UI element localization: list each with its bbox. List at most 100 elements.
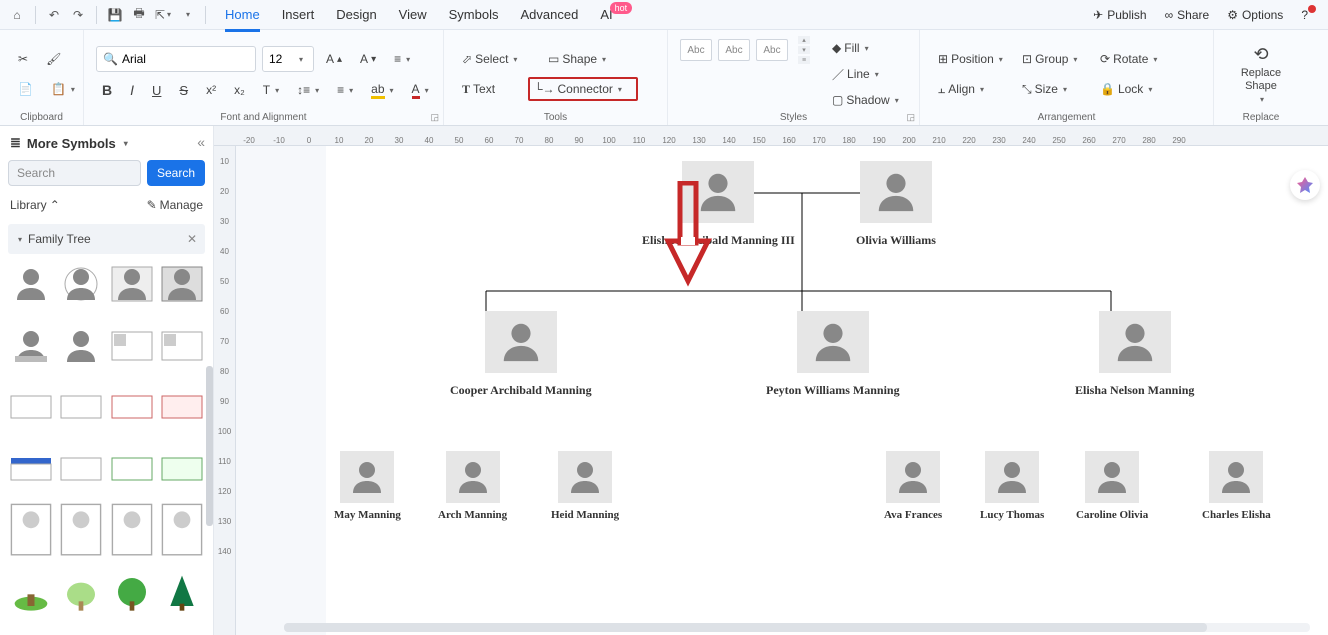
symbol-item[interactable] xyxy=(60,389,102,425)
symbol-item[interactable] xyxy=(161,389,203,425)
page[interactable]: Elisha Archibald Manning III Olivia Will… xyxy=(326,146,1328,635)
export-icon[interactable]: ⇱▾ xyxy=(154,6,172,24)
decrease-font-button[interactable]: A▾ xyxy=(354,47,382,71)
category-header[interactable]: ▾ Family Tree ✕ xyxy=(8,224,205,254)
manage-link[interactable]: ✎Manage xyxy=(147,198,203,212)
tree-node[interactable]: Cooper Archibald Manning xyxy=(450,311,592,398)
symbol-item[interactable] xyxy=(111,389,153,425)
style-preset[interactable]: Abc xyxy=(718,39,750,61)
tree-node[interactable]: Caroline Olivia xyxy=(1076,451,1148,521)
style-preset[interactable]: Abc xyxy=(756,39,788,61)
symbol-item[interactable] xyxy=(161,451,203,487)
font-size-select[interactable]: ▾ xyxy=(262,46,314,72)
tree-node[interactable]: Peyton Williams Manning xyxy=(766,311,900,398)
dialog-launcher-icon[interactable]: ◲ xyxy=(430,112,439,123)
tree-node[interactable]: Arch Manning xyxy=(438,451,507,521)
font-color-button[interactable]: A▾ xyxy=(406,78,435,102)
paste-button[interactable]: 📋▾ xyxy=(45,77,81,101)
assistant-badge[interactable] xyxy=(1290,170,1320,200)
help-button[interactable]: ? xyxy=(1301,8,1320,22)
symbol-item[interactable] xyxy=(111,512,153,548)
align-arr-button[interactable]: ⫠Align▾ xyxy=(932,77,1010,101)
options-button[interactable]: ⚙Options xyxy=(1227,8,1283,22)
lock-button[interactable]: 🔒Lock▾ xyxy=(1094,77,1166,101)
tab-symbols[interactable]: Symbols xyxy=(449,2,499,27)
close-category-icon[interactable]: ✕ xyxy=(187,232,197,246)
copy-button[interactable]: 📄 xyxy=(12,77,39,101)
library-link[interactable]: Library ⌃ xyxy=(10,198,60,212)
canvas-viewport[interactable]: Elisha Archibald Manning III Olivia Will… xyxy=(236,146,1328,635)
tree-node[interactable]: Heid Manning xyxy=(551,451,619,521)
symbol-item[interactable] xyxy=(10,328,52,364)
increase-font-button[interactable]: A▴ xyxy=(320,47,348,71)
case-button[interactable]: T▾ xyxy=(257,78,285,102)
symbol-item[interactable] xyxy=(10,266,52,302)
symbol-item[interactable] xyxy=(60,451,102,487)
symbol-item[interactable] xyxy=(10,389,52,425)
tree-node[interactable]: Ava Frances xyxy=(884,451,942,521)
line-spacing-button[interactable]: ↕≡▾ xyxy=(291,78,325,102)
tab-home[interactable]: Home xyxy=(225,2,260,27)
subscript-button[interactable]: x₂ xyxy=(228,78,251,102)
align-button[interactable]: ≡▾ xyxy=(388,47,416,71)
sidebar-scrollbar[interactable] xyxy=(206,366,213,526)
symbol-item[interactable] xyxy=(60,512,102,548)
symbol-item[interactable] xyxy=(111,451,153,487)
text-tool-button[interactable]: TText xyxy=(456,77,522,101)
italic-button[interactable]: I xyxy=(124,78,140,102)
tree-node[interactable]: Olivia Williams xyxy=(856,161,936,248)
shadow-button[interactable]: ▢Shadow▾ xyxy=(826,88,905,112)
tree-node[interactable]: Elisha Nelson Manning xyxy=(1075,311,1194,398)
symbol-search-button[interactable]: Search xyxy=(147,160,205,186)
select-tool-button[interactable]: ⬀Select▾ xyxy=(456,47,536,71)
symbol-item[interactable] xyxy=(60,266,102,302)
symbol-item[interactable] xyxy=(10,451,52,487)
format-painter-button[interactable]: 🖌 xyxy=(40,47,67,71)
symbol-item[interactable] xyxy=(161,512,203,548)
symbol-item[interactable] xyxy=(10,512,52,548)
symbol-item[interactable] xyxy=(161,328,203,364)
position-button[interactable]: ⊞Position▾ xyxy=(932,47,1010,71)
replace-shape-button[interactable]: ⟲ Replace Shape ▾ xyxy=(1234,44,1288,104)
rotate-button[interactable]: ⟳Rotate▾ xyxy=(1094,47,1166,71)
style-more-icon[interactable]: ≡ xyxy=(798,56,810,64)
bold-button[interactable]: B xyxy=(96,78,118,102)
cut-button[interactable]: ✂ xyxy=(12,47,34,71)
publish-button[interactable]: ✈Publish xyxy=(1093,8,1146,22)
symbol-search-input[interactable]: Search xyxy=(8,160,141,186)
symbol-item[interactable] xyxy=(161,266,203,302)
collapse-sidebar-icon[interactable]: « xyxy=(197,134,205,150)
redo-icon[interactable]: ↷ xyxy=(69,6,87,24)
symbol-item[interactable] xyxy=(10,574,52,610)
tab-advanced[interactable]: Advanced xyxy=(520,2,578,27)
tree-node[interactable]: Lucy Thomas xyxy=(980,451,1044,521)
group-button[interactable]: ⊡Group▾ xyxy=(1016,47,1088,71)
shape-tool-button[interactable]: ▭Shape▾ xyxy=(542,47,622,71)
symbol-item[interactable] xyxy=(161,574,203,610)
tree-node[interactable]: Charles Elisha xyxy=(1202,451,1271,521)
symbol-item[interactable] xyxy=(60,328,102,364)
superscript-button[interactable]: x² xyxy=(200,78,222,102)
horizontal-scrollbar[interactable] xyxy=(284,623,1310,632)
symbol-item[interactable] xyxy=(111,574,153,610)
home-icon[interactable]: ⌂ xyxy=(8,6,26,24)
tab-ai[interactable]: AIhot xyxy=(600,2,635,27)
strike-button[interactable]: S xyxy=(173,78,194,102)
save-icon[interactable]: 💾 xyxy=(106,6,124,24)
tree-node[interactable]: May Manning xyxy=(334,451,401,521)
style-preset[interactable]: Abc xyxy=(680,39,712,61)
undo-icon[interactable]: ↶ xyxy=(45,6,63,24)
more-icon[interactable]: ▾ xyxy=(178,6,196,24)
underline-button[interactable]: U xyxy=(146,78,167,102)
connector-tool-button[interactable]: └→Connector▾ xyxy=(528,77,638,101)
highlight-button[interactable]: ab▾ xyxy=(365,78,399,102)
symbol-item[interactable] xyxy=(60,574,102,610)
size-button[interactable]: ⤡Size▾ xyxy=(1016,77,1088,101)
tab-design[interactable]: Design xyxy=(336,2,376,27)
print-icon[interactable]: 🖶 xyxy=(130,6,148,24)
tab-view[interactable]: View xyxy=(399,2,427,27)
tab-insert[interactable]: Insert xyxy=(282,2,315,27)
font-family-select[interactable]: 🔍 ▾ xyxy=(96,46,256,72)
line-button[interactable]: ／Line▾ xyxy=(826,62,905,86)
style-down-icon[interactable]: ▾ xyxy=(798,46,810,54)
